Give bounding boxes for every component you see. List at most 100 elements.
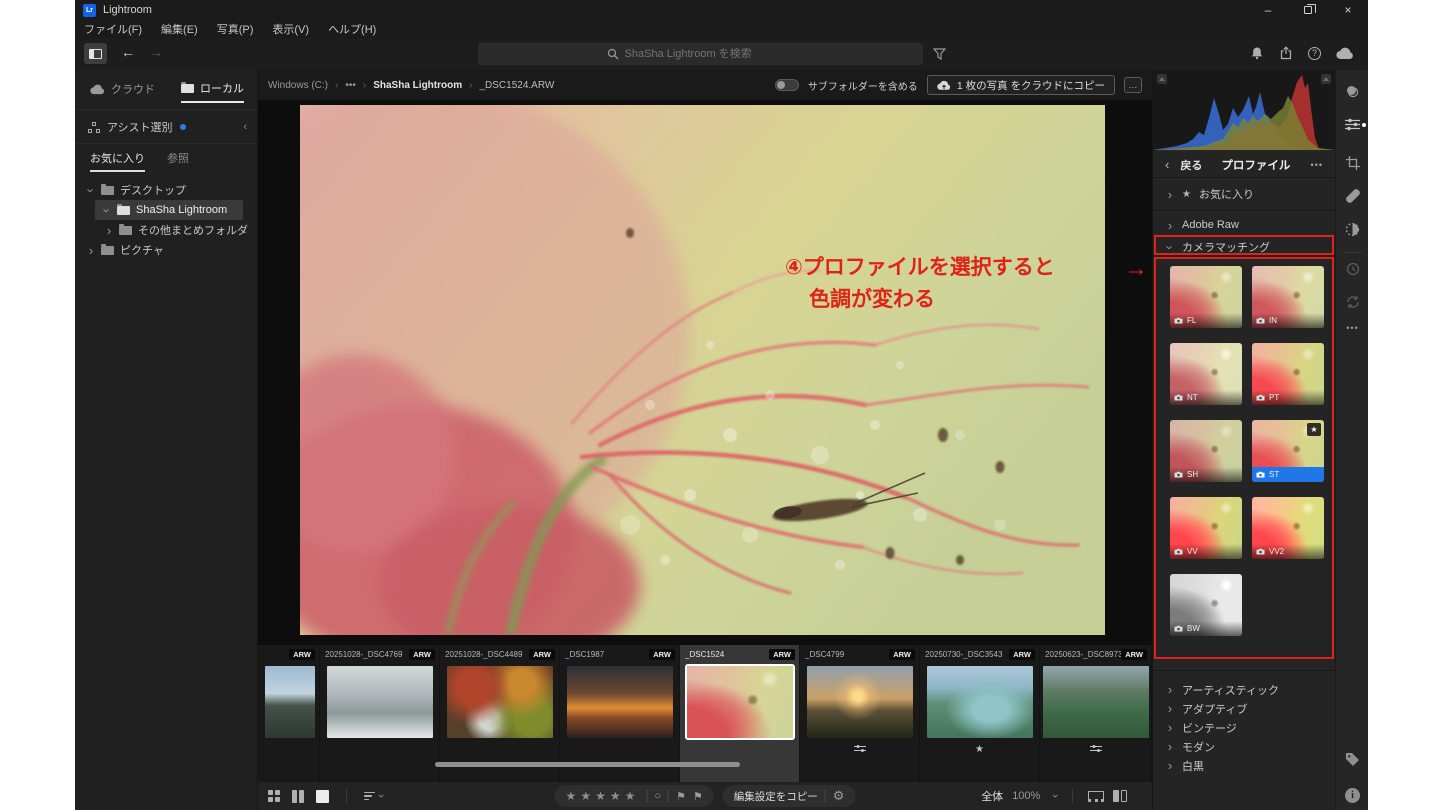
keywords-tag-icon[interactable] xyxy=(1336,752,1369,767)
thumbnail[interactable] xyxy=(807,666,913,738)
chevron-right-icon[interactable]: › xyxy=(87,244,95,257)
thumbnail[interactable] xyxy=(447,666,553,738)
share-icon[interactable] xyxy=(1279,46,1293,60)
menu-help[interactable]: ヘルプ(H) xyxy=(328,21,376,37)
filmstrip-cell[interactable]: 20251028-_DSC4769ARW xyxy=(320,645,440,782)
thumbnail[interactable] xyxy=(265,666,315,738)
profile-tile-sh[interactable]: SH xyxy=(1170,420,1242,482)
filmstrip-toggle-icon[interactable] xyxy=(1088,791,1104,802)
breadcrumb-root[interactable]: Windows (C:) xyxy=(268,80,328,91)
versions-icon[interactable] xyxy=(1336,295,1369,309)
profile-tile-pt[interactable]: PT xyxy=(1252,343,1324,405)
filmstrip-cell[interactable]: 20250730-_DSC3543ARW ★ xyxy=(920,645,1040,782)
star-rating-control[interactable]: ★★★★★ xyxy=(566,789,640,803)
include-subfolders-toggle[interactable] xyxy=(775,79,799,91)
search-bar[interactable] xyxy=(478,43,923,65)
category-vintage[interactable]: ›ビンテージ xyxy=(1153,718,1335,737)
profile-more-icon[interactable]: ••• xyxy=(1311,160,1323,170)
panel-toggle-button[interactable] xyxy=(84,43,107,64)
masking-icon[interactable] xyxy=(1336,222,1369,237)
tab-favorites[interactable]: お気に入り xyxy=(90,150,145,172)
category-adaptive[interactable]: ›アダプティブ xyxy=(1153,699,1335,718)
menu-view[interactable]: 表示(V) xyxy=(272,21,309,37)
back-arrow-button[interactable]: ← xyxy=(121,44,135,60)
more-options-button[interactable]: … xyxy=(1124,77,1142,93)
filmstrip-cell[interactable]: 20250623-_DSC8973ARW xyxy=(1040,645,1152,782)
color-label-icon[interactable]: ○ xyxy=(654,790,661,802)
section-camera-matching[interactable]: › カメラマッチング xyxy=(1153,238,1335,256)
thumbnail[interactable] xyxy=(567,666,673,738)
tab-local[interactable]: ローカル xyxy=(181,80,244,103)
tree-item-desktop[interactable]: › デスクトップ xyxy=(75,180,257,200)
tree-item-other-folder[interactable]: › その他まとめフォルダ xyxy=(75,220,257,240)
detail-view-icon[interactable] xyxy=(316,790,329,803)
zoom-fit-label[interactable]: 全体 xyxy=(981,788,1003,804)
help-icon[interactable]: ? xyxy=(1308,47,1321,60)
breadcrumb-ellipsis[interactable]: ••• xyxy=(345,80,356,91)
forward-arrow-button[interactable]: → xyxy=(149,44,163,60)
copy-to-cloud-button[interactable]: 1 枚の写真 をクラウドにコピー xyxy=(927,75,1115,95)
profile-star-badge[interactable]: ★ xyxy=(1307,423,1321,436)
search-input[interactable] xyxy=(625,48,795,60)
grid-view-icon[interactable] xyxy=(268,790,281,803)
menu-file[interactable]: ファイル(F) xyxy=(84,21,142,37)
filter-icon[interactable] xyxy=(933,48,946,60)
profile-tile-vv2[interactable]: VV2 xyxy=(1252,497,1324,559)
info-icon[interactable]: i xyxy=(1336,788,1369,803)
settings-gear-icon[interactable]: ⚙ xyxy=(833,788,845,804)
compare-view-icon[interactable] xyxy=(292,790,305,803)
tab-browse[interactable]: 参照 xyxy=(167,150,189,172)
thumbnail[interactable] xyxy=(687,666,793,738)
profile-tile-vv[interactable]: VV xyxy=(1170,497,1242,559)
healing-icon[interactable] xyxy=(1336,189,1369,203)
close-button[interactable]: × xyxy=(1328,0,1368,20)
zoom-value[interactable]: 100% xyxy=(1012,790,1040,802)
profile-tile-st-selected[interactable]: ★ ST xyxy=(1252,420,1324,482)
tree-item-pictures[interactable]: › ピクチャ xyxy=(75,240,257,260)
category-bw[interactable]: ›白黒 xyxy=(1153,756,1335,775)
sort-button[interactable]: › xyxy=(364,790,383,802)
chevron-down-icon[interactable]: › xyxy=(1049,794,1061,798)
before-after-icon[interactable] xyxy=(1113,790,1128,802)
chevron-down-icon[interactable]: › xyxy=(101,206,114,214)
filmstrip-cell[interactable]: _DSC4799ARW xyxy=(800,645,920,782)
reject-flag-icon[interactable]: ⚑ xyxy=(693,790,703,803)
menu-edit[interactable]: 編集(E) xyxy=(161,21,198,37)
minimize-button[interactable]: – xyxy=(1248,0,1288,20)
more-tools-icon[interactable]: ••• xyxy=(1336,323,1369,333)
section-adobe-raw[interactable]: › Adobe Raw xyxy=(1153,214,1335,236)
category-artistic[interactable]: ›アーティスティック xyxy=(1153,680,1335,699)
photo-spider-lily[interactable] xyxy=(300,105,1105,635)
tab-cloud[interactable]: クラウド xyxy=(90,80,155,103)
back-button[interactable]: 戻る xyxy=(1180,157,1202,173)
thumbnail[interactable] xyxy=(1043,666,1149,738)
maximize-button[interactable] xyxy=(1288,0,1328,20)
notifications-bell-icon[interactable] xyxy=(1250,46,1264,60)
histogram[interactable] xyxy=(1153,70,1335,152)
breadcrumb-folder[interactable]: ShaSha Lightroom xyxy=(373,80,462,91)
section-favorites[interactable]: › ★ お気に入り xyxy=(1153,182,1335,206)
history-icon[interactable] xyxy=(1336,262,1369,276)
pick-flag-icon[interactable]: ⚑ xyxy=(676,790,686,803)
tree-item-shasha-lightroom[interactable]: › ShaSha Lightroom xyxy=(95,200,243,220)
presets-icon[interactable] xyxy=(1336,84,1369,99)
copy-edit-settings-button[interactable]: 編集設定をコピー xyxy=(734,789,818,804)
thumbnail[interactable] xyxy=(927,666,1033,738)
assisted-culling-row[interactable]: アシスト選別 ‹ xyxy=(75,109,257,143)
thumbnail[interactable] xyxy=(327,666,433,738)
filmstrip-cell[interactable]: ARW xyxy=(258,645,320,782)
menu-photo[interactable]: 写真(P) xyxy=(217,21,254,37)
chevron-right-icon[interactable]: › xyxy=(105,224,113,237)
cloud-sync-icon[interactable] xyxy=(1336,47,1354,60)
profile-tile-nt[interactable]: NT xyxy=(1170,343,1242,405)
profile-tile-fl[interactable]: FL xyxy=(1170,266,1242,328)
crop-icon[interactable] xyxy=(1336,156,1369,170)
collapse-sidebar-icon[interactable]: ‹ xyxy=(243,121,247,133)
back-chevron-icon[interactable]: ‹ xyxy=(1165,157,1169,172)
profile-tile-bw[interactable]: BW xyxy=(1170,574,1242,636)
profile-tile-in[interactable]: IN xyxy=(1252,266,1324,328)
filmstrip-scrollbar[interactable] xyxy=(435,762,740,767)
chevron-down-icon[interactable]: › xyxy=(85,186,98,194)
category-modern[interactable]: ›モダン xyxy=(1153,737,1335,756)
highlight-clipping-button[interactable] xyxy=(1321,74,1331,84)
